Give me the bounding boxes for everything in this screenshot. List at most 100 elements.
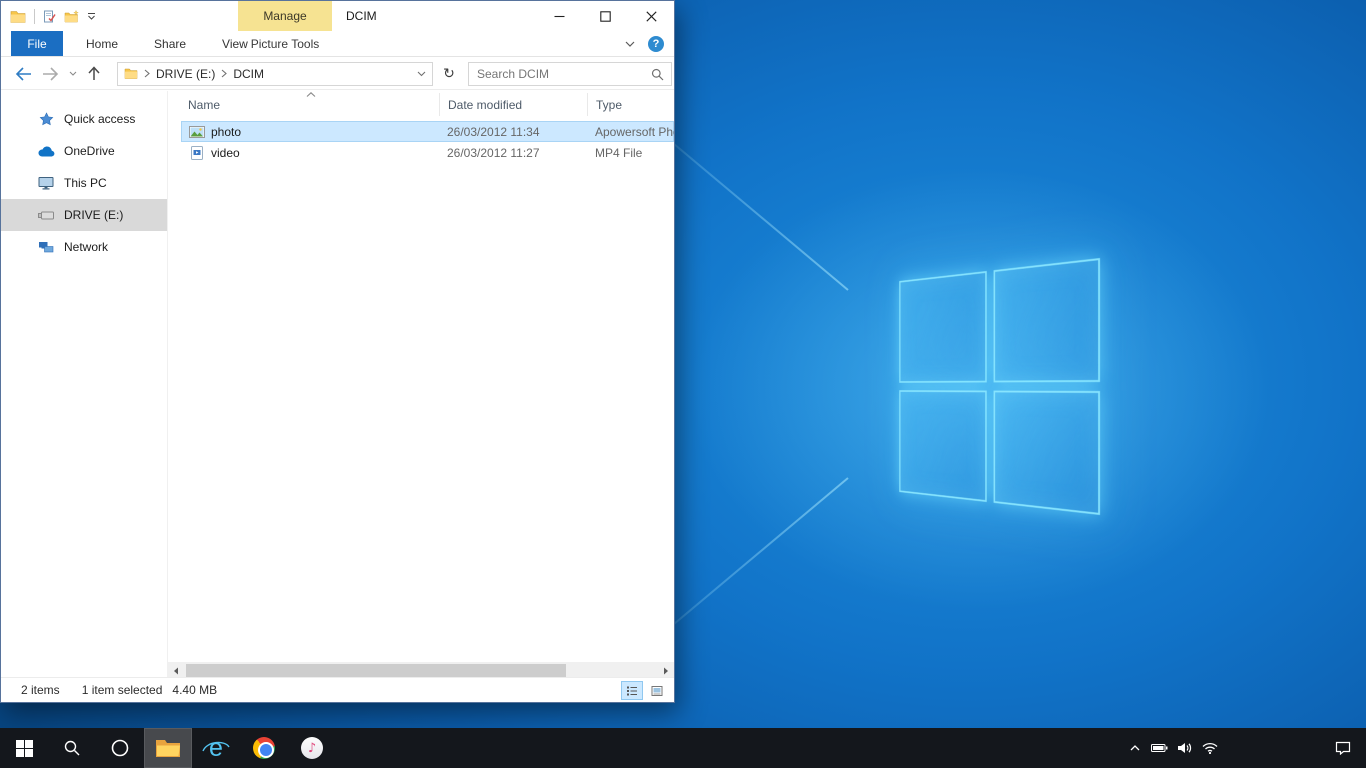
- minimize-button[interactable]: [536, 1, 582, 31]
- close-button[interactable]: [628, 1, 674, 31]
- volume-icon[interactable]: [1172, 728, 1197, 768]
- properties-icon[interactable]: [43, 10, 56, 23]
- action-center-icon[interactable]: [1320, 728, 1366, 768]
- search-box: [468, 62, 672, 86]
- chrome-icon[interactable]: [240, 728, 288, 768]
- breadcrumb-dcim[interactable]: DCIM: [233, 67, 264, 81]
- system-tray: [1122, 728, 1366, 768]
- sidebar-item-drive-e[interactable]: DRIVE (E:): [1, 199, 167, 231]
- itunes-icon[interactable]: ♪: [288, 728, 336, 768]
- address-dropdown-icon[interactable]: [417, 71, 426, 77]
- file-row-photo[interactable]: photo 26/03/2012 11:34 Apowersoft Pho: [181, 121, 674, 142]
- quick-access-star-icon: [37, 112, 55, 127]
- chrome-logo: [253, 737, 275, 759]
- file-name: video: [211, 146, 447, 160]
- refresh-icon[interactable]: ↻: [439, 66, 459, 82]
- recent-locations-icon[interactable]: [69, 71, 77, 76]
- address-bar[interactable]: DRIVE (E:) DCIM: [117, 62, 433, 86]
- taskbar-search-icon[interactable]: [48, 728, 96, 768]
- forward-icon[interactable]: [42, 67, 59, 81]
- breadcrumb-chevron-icon[interactable]: [144, 69, 150, 78]
- windows-logo-pane: [899, 390, 986, 502]
- navigation-pane: Quick access OneDrive This PC DRIVE (E:): [1, 91, 167, 662]
- scrollbar-thumb[interactable]: [186, 664, 566, 677]
- file-type: Apowersoft Pho: [595, 125, 674, 139]
- cortana-icon[interactable]: [96, 728, 144, 768]
- ribbon-tab-row: File Home Share View Picture Tools ?: [1, 31, 674, 57]
- ie-logo: e: [203, 735, 229, 761]
- status-bar: 2 items 1 item selected 4.40 MB: [1, 677, 674, 702]
- this-pc-monitor-icon: [37, 176, 55, 190]
- sidebar-item-label: DRIVE (E:): [64, 208, 123, 222]
- column-header-date-modified[interactable]: Date modified: [440, 93, 588, 116]
- windows-logo-pane: [993, 258, 1100, 382]
- sidebar-item-label: This PC: [64, 176, 107, 190]
- ribbon-right-controls: ?: [625, 31, 664, 56]
- hidden-icons-chevron-icon[interactable]: [1122, 728, 1147, 768]
- file-explorer-window: Manage DCIM File Home Share View Picture…: [0, 0, 675, 703]
- windows-logo-pane: [899, 271, 986, 383]
- file-type: MP4 File: [595, 146, 674, 160]
- sidebar-item-label: Network: [64, 240, 108, 254]
- tab-share[interactable]: Share: [141, 31, 199, 56]
- file-rows: photo 26/03/2012 11:34 Apowersoft Pho vi…: [168, 121, 674, 163]
- tab-picture-tools[interactable]: Picture Tools: [238, 31, 332, 56]
- taskbar-file-explorer-icon[interactable]: [144, 728, 192, 768]
- qat-separator: [34, 9, 35, 24]
- wifi-icon[interactable]: [1197, 728, 1222, 768]
- column-header-name[interactable]: Name: [168, 93, 440, 116]
- title-bar[interactable]: Manage DCIM: [1, 1, 674, 31]
- window-controls: [536, 1, 674, 31]
- tab-file[interactable]: File: [11, 31, 63, 56]
- sidebar-item-this-pc[interactable]: This PC: [1, 167, 167, 199]
- up-icon[interactable]: [87, 66, 101, 81]
- status-selected-size: 4.40 MB: [172, 683, 217, 697]
- customize-qat-icon[interactable]: [87, 12, 96, 21]
- network-icon: [37, 241, 55, 254]
- sidebar-item-label: OneDrive: [64, 144, 115, 158]
- maximize-button[interactable]: [582, 1, 628, 31]
- music-note: ♪: [308, 742, 316, 755]
- column-header-type[interactable]: Type: [588, 93, 674, 116]
- taskbar: e ♪: [0, 728, 1366, 768]
- tab-home[interactable]: Home: [73, 31, 131, 56]
- file-date-modified: 26/03/2012 11:34: [447, 125, 595, 139]
- search-input[interactable]: [469, 63, 671, 85]
- app-folder-icon: [10, 10, 26, 23]
- status-selected-info: 1 item selected: [82, 683, 163, 697]
- sidebar-item-network[interactable]: Network: [1, 231, 167, 263]
- thumbnail-view-button[interactable]: [646, 681, 668, 700]
- contextual-group-manage[interactable]: Manage: [238, 1, 332, 31]
- status-items-count: 2 items: [21, 683, 60, 697]
- window-title: DCIM: [346, 1, 377, 31]
- start-button[interactable]: [0, 728, 48, 768]
- sidebar-item-label: Quick access: [64, 112, 135, 126]
- column-headers: Name Date modified Type: [168, 93, 674, 116]
- new-folder-icon[interactable]: [64, 10, 79, 23]
- photo-file-icon: [189, 126, 205, 138]
- windows-logo: [899, 258, 1100, 515]
- breadcrumb-drive[interactable]: DRIVE (E:): [156, 67, 215, 81]
- windows-logo-pane: [993, 391, 1100, 515]
- navigation-bar: DRIVE (E:) DCIM ↻: [1, 58, 674, 90]
- file-row-video[interactable]: video 26/03/2012 11:27 MP4 File: [181, 142, 674, 163]
- onedrive-cloud-icon: [37, 146, 55, 157]
- window-body: Quick access OneDrive This PC DRIVE (E:): [1, 91, 674, 662]
- sidebar-item-onedrive[interactable]: OneDrive: [1, 135, 167, 167]
- details-view-button[interactable]: [621, 681, 643, 700]
- battery-icon[interactable]: [1147, 728, 1172, 768]
- back-icon[interactable]: [15, 67, 32, 81]
- file-date-modified: 26/03/2012 11:27: [447, 146, 595, 160]
- sidebar-item-quick-access[interactable]: Quick access: [1, 103, 167, 135]
- search-icon[interactable]: [651, 68, 664, 81]
- ribbon-collapse-icon[interactable]: [625, 41, 635, 47]
- breadcrumb-chevron-icon[interactable]: [221, 69, 227, 78]
- file-name: photo: [211, 125, 447, 139]
- address-folder-icon: [124, 68, 138, 79]
- itunes-logo: ♪: [301, 737, 323, 759]
- internet-explorer-icon[interactable]: e: [192, 728, 240, 768]
- video-file-icon: [189, 146, 205, 160]
- quick-access-toolbar: [1, 9, 96, 24]
- usb-drive-icon: [37, 211, 55, 220]
- help-icon[interactable]: ?: [648, 36, 664, 52]
